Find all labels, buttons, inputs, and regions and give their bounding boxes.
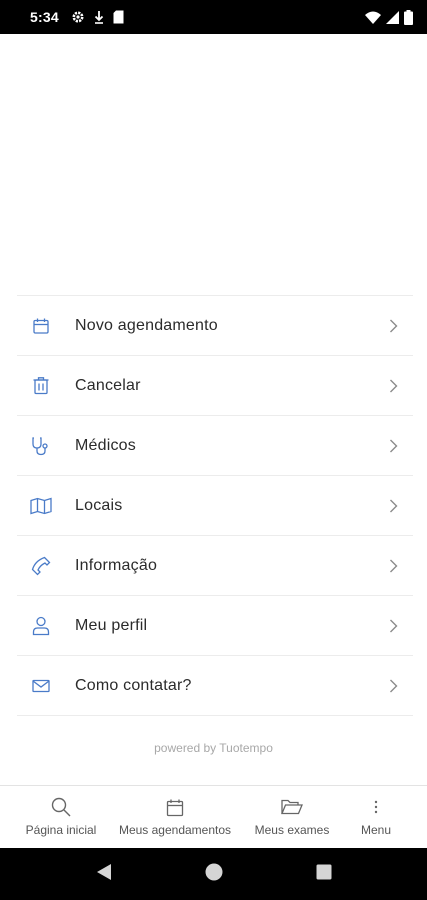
settings-icon [71,10,85,24]
stethoscope-icon [29,434,53,458]
status-bar: 5:34 [0,0,427,34]
chevron-right-icon [387,438,399,454]
chevron-right-icon [387,378,399,394]
status-time: 5:34 [30,9,59,25]
chevron-right-icon [387,318,399,334]
trash-icon [29,374,53,398]
calendar-icon [29,314,53,338]
menu-item-meu-perfil[interactable]: Meu perfil [17,596,413,656]
signal-icon [386,10,399,24]
home-button[interactable] [194,848,234,900]
map-icon [29,494,53,518]
recents-icon [316,864,332,885]
search-icon [51,797,71,817]
menu-item-novo-agendamento[interactable]: Novo agendamento [17,296,413,356]
android-nav-bar [0,848,427,900]
battery-icon [404,9,413,25]
menu-item-label: Informação [75,556,158,574]
more-vertical-icon [374,797,378,817]
back-button[interactable] [84,848,124,900]
calendar-icon [166,797,184,817]
menu-item-informacao[interactable]: Informação [17,536,413,596]
menu-item-medicos[interactable]: Médicos [17,416,413,476]
chevron-right-icon [387,678,399,694]
status-left-icons [71,10,124,24]
wifi-icon [365,11,381,24]
menu-item-cancelar[interactable]: Cancelar [17,356,413,416]
nav-label: Meus agendamentos [118,823,232,837]
chevron-right-icon [387,498,399,514]
menu-item-locais[interactable]: Locais [17,476,413,536]
nav-item-menu[interactable]: Menu [346,786,406,848]
menu-item-label: Cancelar [75,376,141,394]
nav-item-pagina-inicial[interactable]: Página inicial [8,786,114,848]
bottom-nav: Página inicial Meus agendamentos Meus ex… [0,785,427,848]
recents-button[interactable] [304,848,344,900]
menu-item-label: Médicos [75,436,136,454]
sim-card-icon [113,10,124,24]
nav-label: Menu [360,823,392,837]
nav-label: Página inicial [25,823,97,837]
menu-item-label: Novo agendamento [75,316,218,334]
phone-icon [29,554,53,578]
folder-icon [281,797,303,817]
user-icon [29,614,53,638]
nav-label: Meus exames [254,823,330,837]
status-right-icons [365,9,413,25]
menu-item-label: Como contatar? [75,676,192,694]
download-icon [94,10,104,24]
content-area [0,34,427,295]
powered-by-text: powered by Tuotempo [154,741,273,755]
menu-item-label: Meu perfil [75,616,148,634]
chevron-right-icon [387,618,399,634]
menu-list: Novo agendamento Cancelar Médicos Locais [17,295,413,716]
chevron-right-icon [387,558,399,574]
menu-item-como-contatar[interactable]: Como contatar? [17,656,413,716]
mail-icon [29,674,53,698]
menu-item-label: Locais [75,496,123,514]
home-icon [205,863,223,886]
nav-item-meus-exames[interactable]: Meus exames [246,786,338,848]
back-icon [96,863,112,886]
nav-item-meus-agendamentos[interactable]: Meus agendamentos [113,786,237,848]
